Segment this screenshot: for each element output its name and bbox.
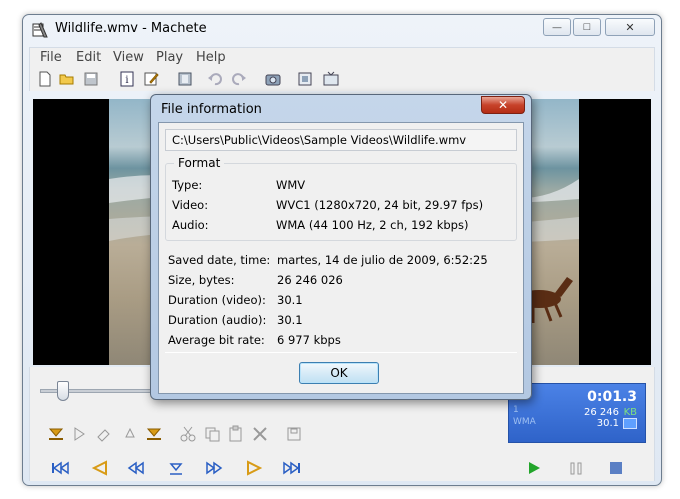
dialog-body: C:\Users\Public\Videos\Sample Videos\Wil… — [158, 122, 524, 394]
video-value: WVC1 (1280x720, 24 bit, 29.97 fps) — [276, 198, 484, 212]
bitrate-label: Average bit rate: — [168, 333, 265, 347]
go-to-start-icon[interactable] — [50, 459, 70, 477]
time-readout: 0:01.3 — [587, 389, 637, 405]
eraser-icon[interactable] — [94, 425, 114, 443]
divider — [165, 352, 517, 353]
mark-out-gray-icon[interactable] — [120, 425, 140, 443]
duration-video-value: 30.1 — [277, 293, 303, 307]
menu-bar: File Edit View Play Help — [29, 47, 655, 67]
maximize-icon: □ — [583, 21, 591, 33]
format-group: Format Type: WMV Video: WVC1 (1280x720, … — [165, 156, 517, 241]
size-label: Size, bytes: — [168, 273, 235, 287]
video-label: Video: — [172, 198, 209, 212]
copy-icon[interactable] — [202, 425, 222, 443]
current-position-icon[interactable] — [166, 459, 186, 477]
menu-play[interactable]: Play — [156, 50, 183, 65]
close-icon: ✕ — [625, 21, 635, 34]
open-folder-icon[interactable] — [58, 70, 76, 88]
go-to-mark-in-icon[interactable] — [90, 459, 110, 477]
mark-out-icon[interactable] — [144, 425, 164, 443]
minimize-button[interactable]: — — [543, 18, 571, 36]
camera-icon[interactable] — [264, 70, 282, 88]
cut-icon[interactable] — [178, 425, 198, 443]
duration-video-label: Duration (video): — [168, 293, 266, 307]
audio-format-indicator: WMA — [513, 417, 536, 427]
duration-audio-label: Duration (audio): — [168, 313, 267, 327]
rate-readout: 30.1 — [596, 418, 619, 429]
paste-icon[interactable] — [226, 425, 246, 443]
saved-date-label: Saved date, time: — [168, 253, 271, 267]
undo-icon[interactable] — [206, 70, 224, 88]
go-to-end-icon[interactable] — [282, 459, 302, 477]
saved-date-value: martes, 14 de julio de 2009, 6:52:25 — [277, 253, 488, 267]
size-unit: KB — [623, 407, 637, 418]
edit-tags-icon[interactable] — [142, 70, 160, 88]
svg-text:i: i — [125, 75, 128, 86]
info-icon[interactable]: i — [118, 70, 136, 88]
previous-frame-icon[interactable] — [126, 459, 146, 477]
file-information-dialog: File information ✕ C:\Users\Public\Video… — [150, 94, 532, 400]
save-selection-icon[interactable] — [284, 425, 304, 443]
bitrate-value: 6 977 kbps — [277, 333, 341, 347]
film-icon[interactable] — [176, 70, 194, 88]
menu-edit[interactable]: Edit — [76, 50, 101, 65]
size-value: 26 246 026 — [277, 273, 343, 287]
mark-in-icon[interactable] — [46, 425, 66, 443]
tv-icon[interactable] — [322, 70, 340, 88]
size-readout: 26 246 — [584, 407, 619, 418]
pause-icon[interactable] — [566, 459, 586, 477]
play-selection-icon[interactable] — [70, 425, 90, 443]
go-to-mark-out-icon[interactable] — [244, 459, 264, 477]
next-frame-icon[interactable] — [204, 459, 224, 477]
close-button[interactable]: ✕ — [605, 18, 655, 36]
stop-icon[interactable] — [606, 459, 626, 477]
audio-indicator: 1 — [513, 405, 519, 415]
menu-file[interactable]: File — [40, 50, 62, 65]
redo-icon[interactable] — [230, 70, 248, 88]
close-icon: ✕ — [497, 98, 509, 112]
maximize-button[interactable]: □ — [573, 18, 601, 36]
position-slider-thumb[interactable] — [57, 381, 69, 401]
window-title: Wildlife.wmv - Machete — [55, 21, 207, 36]
ok-button[interactable]: OK — [299, 362, 379, 384]
audio-value: WMA (44 100 Hz, 2 ch, 192 kbps) — [276, 218, 469, 232]
machete-app-icon — [32, 22, 48, 38]
save-icon[interactable] — [82, 70, 100, 88]
type-value: WMV — [276, 178, 306, 192]
new-icon[interactable] — [36, 70, 54, 88]
menu-view[interactable]: View — [113, 50, 144, 65]
file-path-field[interactable]: C:\Users\Public\Videos\Sample Videos\Wil… — [165, 129, 517, 151]
audio-label: Audio: — [172, 218, 209, 232]
delete-icon[interactable] — [250, 425, 270, 443]
frame-icon[interactable] — [296, 70, 314, 88]
format-legend: Format — [174, 156, 225, 170]
play-icon[interactable] — [524, 459, 544, 477]
minimize-icon: — — [552, 22, 562, 32]
dialog-close-button[interactable]: ✕ — [481, 96, 525, 114]
pause-indicator-icon — [623, 418, 637, 429]
toolbar: i — [29, 67, 655, 91]
duration-audio-value: 30.1 — [277, 313, 303, 327]
menu-help[interactable]: Help — [196, 50, 226, 65]
dialog-title: File information — [161, 102, 262, 117]
type-label: Type: — [172, 178, 203, 192]
